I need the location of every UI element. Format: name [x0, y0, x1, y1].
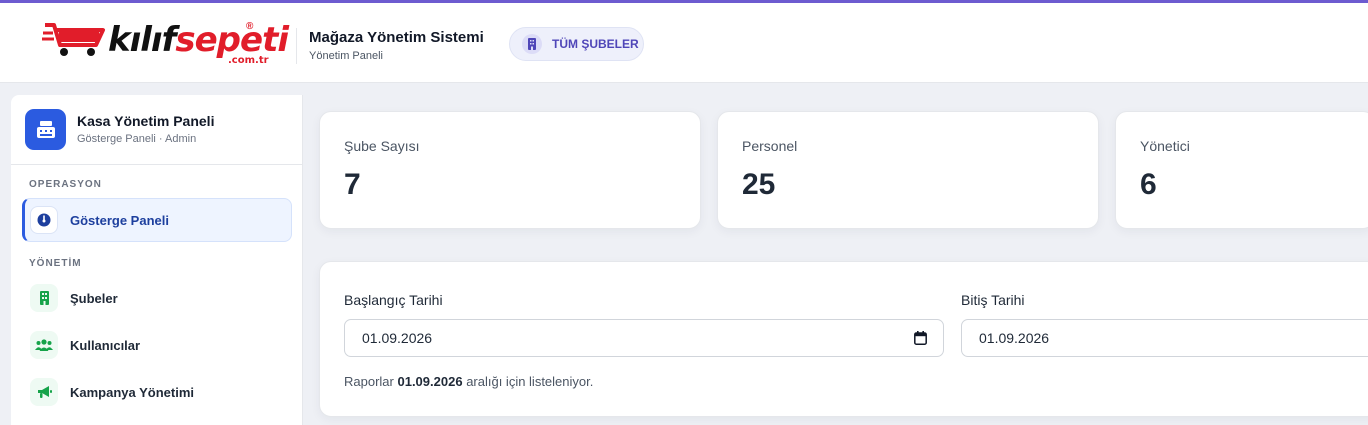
stat-label: Personel — [742, 138, 798, 154]
sidebar-item-label: Kullanıcılar — [70, 337, 141, 353]
end-date-label: Bitiş Tarihi — [961, 292, 1025, 308]
stat-card-managers: Yönetici 6 — [1115, 111, 1368, 229]
sidebar-item-users[interactable]: Kullanıcılar — [22, 323, 292, 367]
sidebar: Kasa Yönetim Paneli Gösterge Paneli · Ad… — [11, 95, 303, 425]
shopping-cart-icon — [42, 23, 105, 56]
brand-logo[interactable]: kılıfsepeti ® .com.tr — [42, 19, 289, 69]
date-filter-card: Başlangıç Tarihi 01.09.2026 Bitiş Tarihi… — [319, 261, 1368, 417]
stat-value: 6 — [1140, 168, 1157, 201]
sidebar-item-label: Gösterge Paneli — [70, 212, 169, 228]
note-suffix: aralığı için listeleniyor. — [466, 374, 594, 389]
stat-label: Yönetici — [1140, 138, 1190, 154]
logo-domain: .com.tr — [228, 55, 269, 66]
stat-value: 7 — [344, 168, 361, 201]
note-prefix: Raporlar — [344, 374, 394, 389]
sidebar-item-label: Şubeler — [70, 290, 118, 306]
start-date-label: Başlangıç Tarihi — [344, 292, 443, 308]
stat-label: Şube Sayısı — [344, 138, 420, 154]
stat-card-staff: Personel 25 — [717, 111, 1099, 229]
all-branches-button[interactable]: TÜM ŞUBELER — [509, 27, 644, 61]
sidebar-subtitle: Gösterge Paneli · Admin — [77, 133, 197, 145]
calendar-icon[interactable] — [914, 331, 927, 345]
stat-value: 25 — [742, 168, 776, 201]
sidebar-header: Kasa Yönetim Paneli Gösterge Paneli · Ad… — [11, 95, 303, 165]
report-range-note: Raporlar 01.09.2026 aralığı için listele… — [344, 374, 593, 389]
logo-registered-mark: ® — [246, 21, 254, 32]
sidebar-item-campaigns[interactable]: Kampanya Yönetimi — [22, 370, 292, 414]
building-icon — [522, 34, 542, 54]
top-header: kılıfsepeti ® .com.tr Mağaza Yönetim Sis… — [0, 3, 1368, 83]
start-date-input[interactable]: 01.09.2026 — [344, 319, 944, 357]
sidebar-item-label: Kampanya Yönetimi — [70, 384, 195, 400]
cash-register-icon — [25, 109, 66, 150]
end-date-input[interactable]: 01.09.2026 — [961, 319, 1368, 357]
end-date-value: 01.09.2026 — [979, 330, 1050, 346]
users-icon — [30, 331, 58, 359]
megaphone-icon — [30, 378, 58, 406]
sidebar-title: Kasa Yönetim Paneli — [77, 113, 215, 129]
stat-card-branches: Şube Sayısı 7 — [319, 111, 701, 229]
system-subtitle: Yönetim Paneli — [309, 50, 383, 62]
note-range: 01.09.2026 — [397, 374, 463, 389]
sidebar-item-dashboard[interactable]: Gösterge Paneli — [22, 198, 292, 242]
gauge-icon — [30, 206, 58, 234]
all-branches-label: TÜM ŞUBELER — [552, 37, 639, 51]
building-icon — [30, 284, 58, 312]
section-label-yonetim: YÖNETİM — [29, 258, 82, 269]
section-label-operasyon: OPERASYON — [29, 179, 102, 190]
start-date-value: 01.09.2026 — [362, 330, 433, 346]
system-title: Mağaza Yönetim Sistemi — [309, 29, 484, 46]
sidebar-item-branches[interactable]: Şubeler — [22, 276, 292, 320]
header-divider — [296, 28, 297, 64]
